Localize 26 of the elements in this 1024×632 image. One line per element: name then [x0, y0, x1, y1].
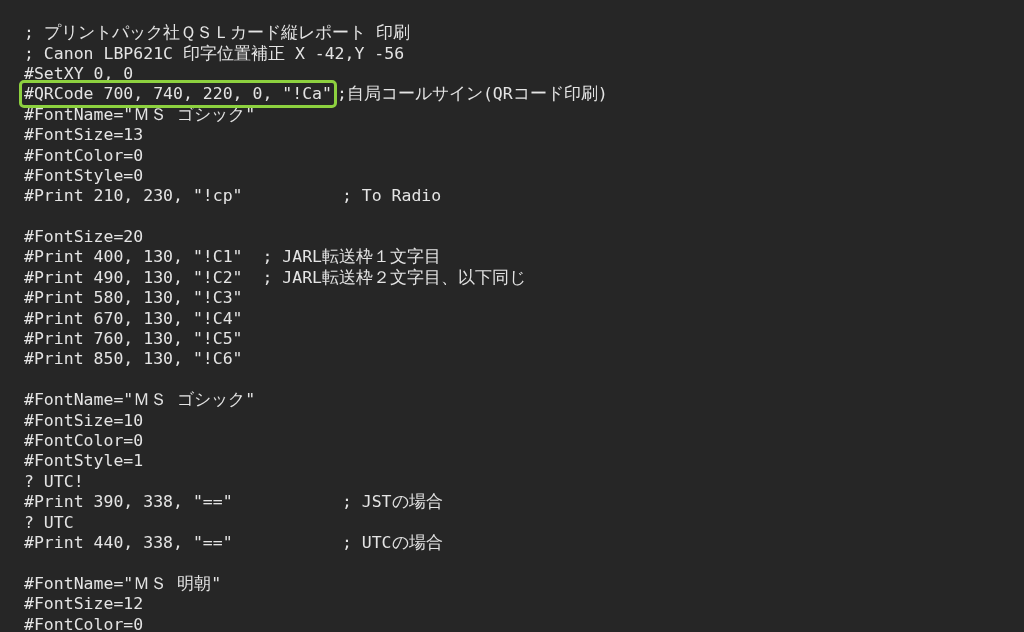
code-line: #Print 760, 130, "!C5" [24, 329, 243, 350]
code-line: #FontSize=13 [24, 125, 144, 146]
code-line: #FontSize=20 [24, 227, 144, 248]
code-line: #Print 210, 230, "!cp" ; To Radio [24, 186, 442, 207]
code-line: #FontName="ＭＳ ゴシック" [24, 390, 256, 411]
code-line: #Print 400, 130, "!C1" ; JARL転送枠１文字目 [24, 247, 441, 268]
code-line: #FontSize=12 [24, 594, 144, 615]
code-line: #FontStyle=0 [24, 165, 144, 186]
code-line: #Print 850, 130, "!C6" [24, 349, 243, 370]
code-line: #Print 670, 130, "!C4" [24, 308, 243, 329]
code-line: ? UTC! [24, 471, 84, 492]
code-line: #FontColor=0 [24, 431, 144, 451]
code-line: #Print 390, 338, "==" ; JSTの場合 [24, 492, 443, 513]
code-line: #Print 440, 338, "==" ; UTCの場合 [24, 532, 443, 553]
code-line: #Print 580, 130, "!C3" [24, 288, 243, 309]
code-line: #FontColor=0 [24, 145, 144, 166]
highlighted-code: #QRCode 700, 740, 220, 0, "!Ca" [19, 80, 337, 109]
code-line: #FontColor=0 [24, 614, 144, 632]
code-line: #FontSize=10 [24, 410, 144, 431]
code-line: #FontStyle=1 [24, 451, 144, 472]
code-line: ; Canon LBP621C 印字位置補正 X -42,Y -56 [24, 43, 405, 64]
code-line: #Print 490, 130, "!C2" ; JARL転送枠２文字目、以下同じ [24, 267, 526, 288]
code-line: ; プリントパック社ＱＳＬカード縦レポート 印刷 [24, 23, 410, 44]
code-line: ? UTC [24, 512, 74, 533]
code-line: #FontName="ＭＳ 明朝" [24, 573, 222, 594]
code-comment: ;自局コールサイン(QRコード印刷) [336, 84, 608, 105]
